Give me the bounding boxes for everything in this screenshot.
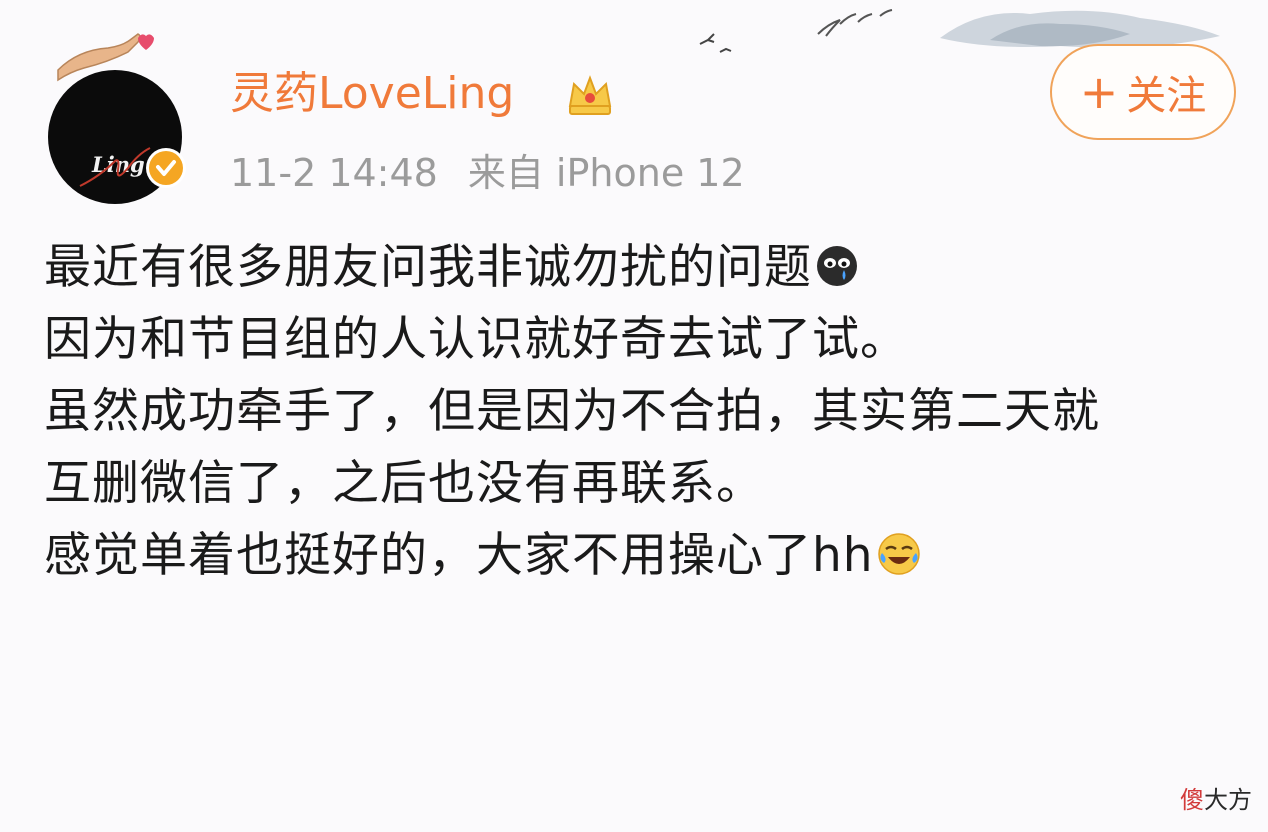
username[interactable]: 灵药LoveLing [230, 64, 514, 124]
crown-icon[interactable] [564, 70, 616, 122]
post-line-text: 因为和节目组的人认识就好奇去试了试。 [44, 312, 908, 367]
post-line-text: 虽然成功牵手了，但是因为不合拍，其实第二天就 [44, 384, 1100, 439]
timestamp: 11-2 14:48 [230, 151, 438, 195]
post-line-text: 互删微信了，之后也没有再联系。 [44, 456, 764, 511]
post-line: 因为和节目组的人认识就好奇去试了试。 [44, 304, 1244, 376]
post-line: 虽然成功牵手了，但是因为不合拍，其实第二天就 [44, 376, 1244, 448]
post-line-text: 最近有很多朋友问我非诚勿扰的问题 [44, 240, 812, 295]
post-line: 最近有很多朋友问我非诚勿扰的问题 [44, 232, 1244, 304]
post-body: 最近有很多朋友问我非诚勿扰的问题 因为和节目组的人认识就好奇去试了试。 虽然成功… [44, 232, 1244, 592]
crying-emoji-icon [817, 246, 857, 286]
plus-icon: + [1079, 65, 1119, 119]
laughing-tears-emoji-icon [877, 533, 920, 575]
weibo-post-card: Ling 灵药LoveLing 11-2 14:48 来自 iPhone 12 +… [0, 0, 1268, 832]
post-line-text: 感觉单着也挺好的，大家不用操心了hh [44, 528, 874, 583]
hand-heart-icon [57, 33, 154, 82]
post-meta: 11-2 14:48 来自 iPhone 12 [230, 148, 745, 198]
post-line: 感觉单着也挺好的，大家不用操心了hh [44, 520, 1244, 592]
verified-badge-icon [146, 148, 186, 188]
avatar[interactable]: Ling [48, 30, 188, 204]
follow-button[interactable]: + 关注 [1050, 44, 1236, 140]
post-line: 互删微信了，之后也没有再联系。 [44, 448, 1244, 520]
watermark-first-char: 傻 [1180, 786, 1204, 814]
watermark: 傻大方 [1180, 780, 1252, 815]
source-label: 来自 iPhone 12 [467, 151, 745, 195]
follow-label: 关注 [1126, 73, 1207, 119]
watermark-rest: 大方 [1204, 786, 1252, 814]
